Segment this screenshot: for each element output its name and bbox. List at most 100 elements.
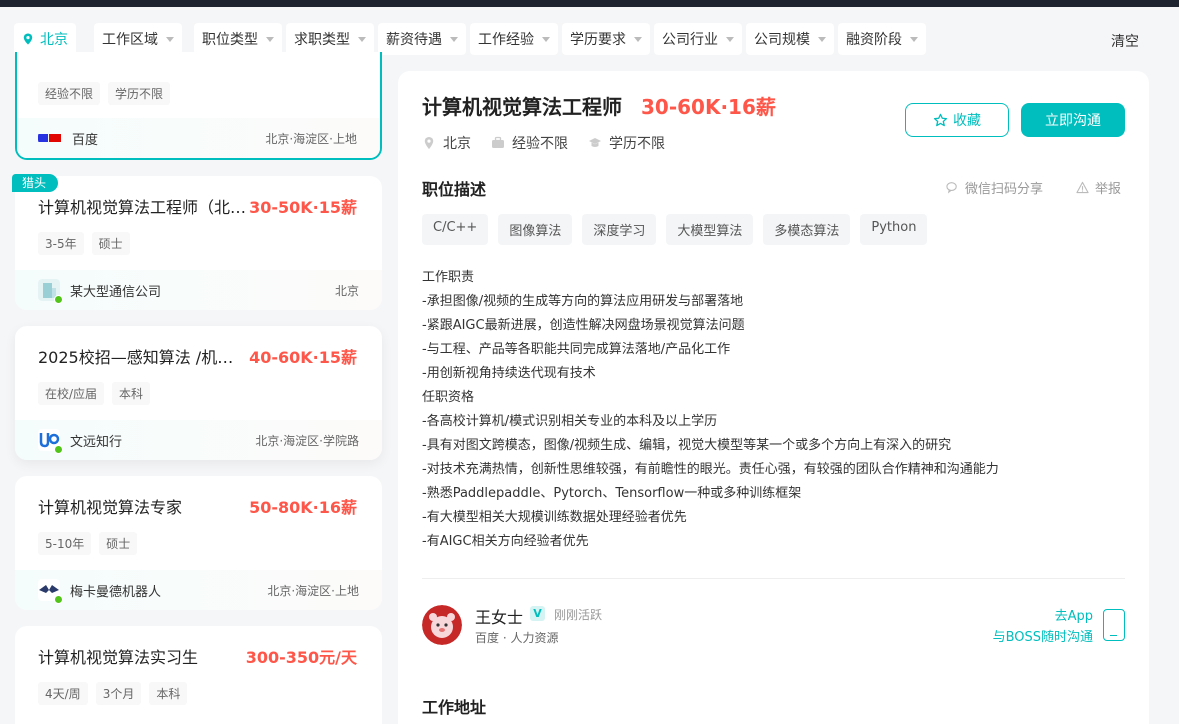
company-name: 百度 [72,132,99,148]
report-label: 举报 [1095,182,1122,197]
job-title: 计算机视觉算法工程师（北京） [38,198,248,217]
job-tag: 在校/应届 [38,382,105,405]
filter-label: 薪资待遇 [386,32,442,48]
company-name: 梅卡曼德机器人 [70,584,162,600]
job-card[interactable]: 计算机视觉算法工程师（北京） 30-50K·15薪 3-5年 硕士 某大型通信公… [15,176,382,310]
detail-job-title: 计算机视觉算法工程师 [422,95,622,119]
chevron-down-icon [726,36,734,42]
job-description-text: 工作职责 -承担图像/视频的生成等方向的算法应用研发与部署落地 -紧跟AIGC最… [422,266,1122,554]
job-tag: 3-5年 [38,232,84,255]
description-line: -与工程、产品等各职能共同完成算法落地/产品化工作 [422,342,731,357]
job-tags: 经验不限 学历不限 [38,82,171,105]
job-location: 北京·海淀区·上地 [267,583,359,598]
wechat-share-button[interactable]: 微信扫码分享 [946,178,1043,197]
job-card[interactable]: 计算机视觉算法专家 50-80K·16薪 5-10年 硕士 梅卡曼德机器人 北京… [15,476,382,610]
job-tag: 3个月 [95,682,142,705]
company-row: 某大型通信公司 北京 [15,270,382,310]
favorite-button-label: 收藏 [953,113,981,129]
description-line: -对技术充满热情，创新性思维较强，有前瞻性的眼光。责任心强，有较强的团队合作精神… [422,462,999,477]
location-icon [424,137,434,149]
job-salary: 40-60K·15薪 [249,348,357,367]
filter-education[interactable]: 学历要求 [562,23,650,55]
chevron-down-icon [266,36,274,42]
company-logo [38,429,63,454]
description-line: -承担图像/视频的生成等方向的算法应用研发与部署落地 [422,294,744,309]
job-tags: 5-10年 硕士 [38,532,138,555]
recruiter-status: 刚刚活跃 [554,608,603,622]
company-logo [38,279,63,304]
job-tag: 硕士 [91,232,130,255]
skill-tag: 深度学习 [582,214,657,245]
filter-label: 公司规模 [754,32,810,48]
warning-icon [1076,181,1089,194]
job-salary: 50-80K·16薪 [249,498,357,517]
job-location: 北京 [334,283,359,298]
company-row: 百度 北京·海淀区·上地 [17,118,380,158]
filter-salary[interactable]: 薪资待遇 [378,23,466,55]
description-line: -有AIGC相关方向经验者优先 [422,534,589,549]
description-line: 工作职责 [422,270,475,285]
location-pin-icon [23,33,33,45]
chevron-down-icon [542,36,550,42]
filter-label: 职位类型 [202,32,258,48]
skill-tag: 大模型算法 [666,214,754,245]
phone-icon[interactable] [1103,609,1125,641]
go-app-line: 与BOSS随时沟通 [992,630,1093,645]
city-filter[interactable]: 北京 [14,23,76,55]
job-title: 计算机视觉算法实习生 [38,648,199,667]
filter-area[interactable]: 工作区域 [94,23,182,55]
filter-label: 工作经验 [478,32,534,48]
skill-tag: 多模态算法 [763,214,851,245]
report-button[interactable]: 举报 [1076,178,1121,197]
filter-industry[interactable]: 公司行业 [654,23,742,55]
job-location: 北京·海淀区·学院路 [255,433,359,448]
filter-experience[interactable]: 工作经验 [470,23,558,55]
skill-tag: 图像算法 [498,214,573,245]
meta-education: 学历不限 [588,133,665,153]
filter-position-type[interactable]: 职位类型 [194,23,282,55]
recruiter-avatar[interactable] [422,605,462,645]
favorite-button[interactable]: 收藏 [905,103,1009,137]
job-meta: 北京 经验不限 学历不限 [422,133,685,153]
job-location: 北京·海淀区·上地 [265,131,357,146]
description-line: -用创新视角持续迭代现有技术 [422,366,596,381]
job-card[interactable]: 2025校招—感知算法 /机器人视觉算法 40-60K·15薪 在校/应届 本科… [15,326,382,460]
verified-badge-icon: V [530,606,545,621]
description-line: -熟悉Paddlepaddle、Pytorch、Tensorflow一种或多种训… [422,486,802,501]
job-tag: 学历不限 [108,82,171,105]
online-dot [54,295,63,304]
job-tag: 5-10年 [38,532,92,555]
job-tag: 本科 [149,682,188,705]
filter-company-size[interactable]: 公司规模 [746,23,834,55]
job-salary: 300-350元/天 [245,648,357,667]
chat-now-button[interactable]: 立即沟通 [1021,103,1125,137]
filter-job-type[interactable]: 求职类型 [286,23,374,55]
online-dot [54,595,63,604]
job-detail-panel: 计算机视觉算法工程师 30-60K·16薪 北京 经验不限 学历不限 收藏 立即… [398,71,1149,724]
job-salary: 30-50K·15薪 [249,198,357,217]
filter-label: 学历要求 [570,32,626,48]
company-name: 文远知行 [70,434,123,450]
job-tag: 4天/周 [38,682,88,705]
job-card-selected[interactable]: 经验不限 学历不限 百度 北京·海淀区·上地 [15,52,382,160]
description-line: -具有对图文跨模态，图像/视频生成、编辑，视觉大模型等某一个或多个方向上有深入的… [422,438,952,453]
avatar-image [422,605,462,645]
skill-tag: C/C++ [422,214,489,245]
chevron-down-icon [450,36,458,42]
job-tag: 本科 [112,382,151,405]
go-app-line: 去App [1054,609,1093,624]
chevron-down-icon [910,36,918,42]
filter-funding[interactable]: 融资阶段 [838,23,926,55]
company-row: 梅卡曼德机器人 北京·海淀区·上地 [15,570,382,610]
meta-city-label: 北京 [443,136,471,152]
job-card[interactable]: 计算机视觉算法实习生 300-350元/天 4天/周 3个月 本科 [15,626,382,724]
recruiter-company: 百度 · 人力资源 [475,631,559,645]
detail-salary: 30-60K·16薪 [641,95,776,119]
filter-label: 融资阶段 [846,32,902,48]
browser-top-bar [0,0,1179,7]
clear-filters-button[interactable]: 清空 [1111,31,1139,51]
work-address-heading: 工作地址 [422,698,487,717]
meta-city: 北京 [422,133,471,153]
description-line: -紧跟AIGC最新进展，创造性解决网盘场景视觉算法问题 [422,318,745,333]
go-app-link[interactable]: 去App 与BOSS随时沟通 [993,606,1093,648]
